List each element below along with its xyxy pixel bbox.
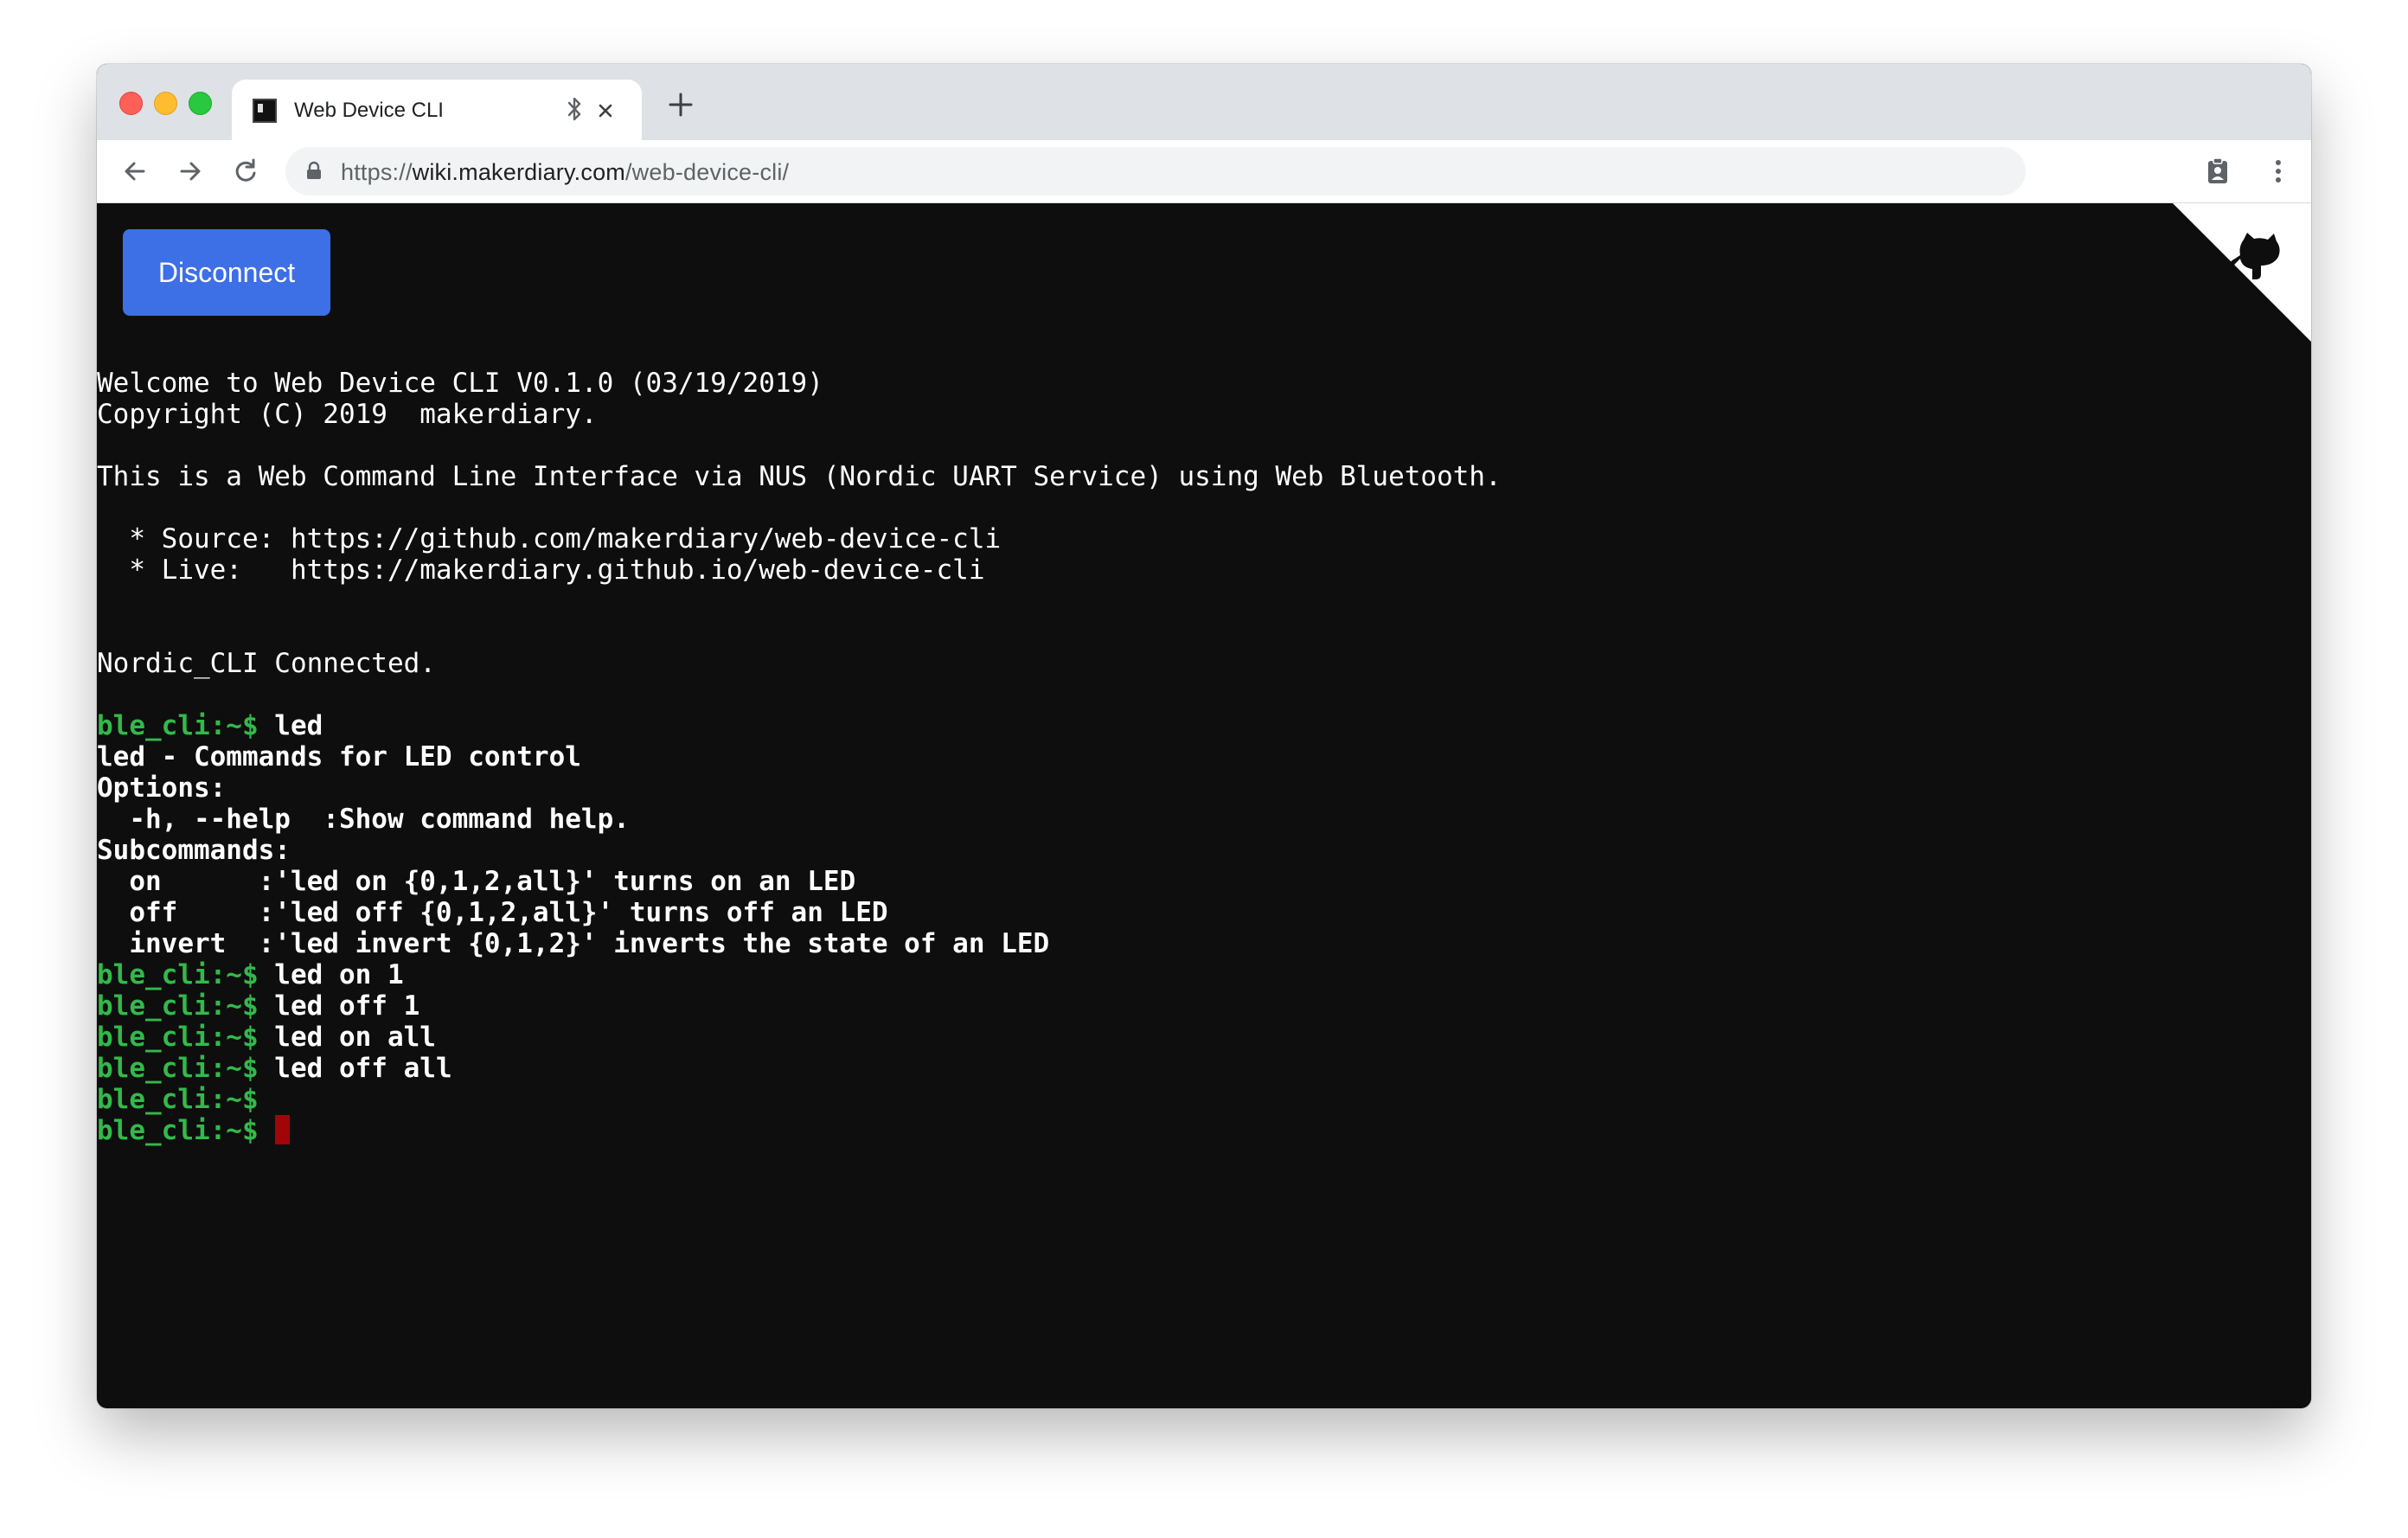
terminal-line: on :'led on {0,1,2,all}' turns on an LED — [97, 866, 2294, 897]
terminal-line: led - Commands for LED control — [97, 741, 2294, 772]
terminal-line-text — [259, 1115, 275, 1146]
terminal-line-text: Options: — [97, 772, 227, 804]
browser-toolbar: https://wiki.makerdiary.com/web-device-c… — [97, 140, 2311, 203]
terminal-line-text: -h, --help :Show command help. — [97, 804, 630, 835]
kebab-menu-icon[interactable] — [2261, 154, 2296, 189]
terminal-line-text: Subcommands: — [97, 835, 291, 866]
terminal-line-text: on :'led on {0,1,2,all}' turns on an LED — [97, 866, 856, 897]
clipboard-badge-icon[interactable] — [2200, 154, 2235, 189]
tab-strip: Web Device CLI — [97, 64, 2311, 140]
terminal-line: Welcome to Web Device CLI V0.1.0 (03/19/… — [97, 368, 2294, 399]
terminal-line-text: led on 1 — [258, 959, 404, 990]
window-close-button[interactable] — [119, 92, 143, 115]
bluetooth-icon — [567, 97, 581, 121]
terminal-command-line: ble_cli:~$ — [97, 1084, 2294, 1115]
terminal-cursor[interactable] — [275, 1115, 291, 1144]
address-bar[interactable]: https://wiki.makerdiary.com/web-device-c… — [285, 147, 2026, 195]
lock-icon[interactable] — [306, 161, 322, 180]
terminal-line-text: led — [258, 710, 323, 741]
url-text[interactable]: https://wiki.makerdiary.com/web-device-c… — [341, 159, 789, 186]
terminal-command-line: ble_cli:~$ led — [97, 710, 2294, 741]
terminal-command-line: ble_cli:~$ led off all — [97, 1053, 2294, 1084]
terminal-prompt: ble_cli:~$ — [97, 1115, 259, 1146]
plus-icon[interactable] — [668, 92, 694, 118]
reload-icon[interactable] — [228, 154, 263, 189]
terminal-prompt: ble_cli:~$ — [97, 990, 259, 1022]
terminal-prompt: ble_cli:~$ — [97, 1084, 259, 1115]
terminal-line-text: led off 1 — [258, 990, 420, 1022]
browser-tab[interactable]: Web Device CLI — [232, 80, 642, 140]
terminal-line-text: Nordic_CLI Connected. — [97, 648, 436, 679]
terminal-line-text: This is a Web Command Line Interface via… — [97, 461, 1502, 492]
window-maximize-button[interactable] — [189, 92, 212, 115]
terminal-line-text: Copyright (C) 2019 makerdiary. — [97, 399, 598, 430]
url-path: /web-device-cli/ — [624, 159, 790, 185]
terminal-prompt: ble_cli:~$ — [97, 959, 259, 990]
terminal-line: off :'led off {0,1,2,all}' turns off an … — [97, 897, 2294, 928]
terminal-line: -h, --help :Show command help. — [97, 804, 2294, 835]
terminal-line: This is a Web Command Line Interface via… — [97, 461, 2294, 492]
terminal-command-line: ble_cli:~$ — [97, 1115, 2294, 1146]
tab-title: Web Device CLI — [294, 99, 444, 122]
terminal-line-text: * Live: https://makerdiary.github.io/web… — [97, 554, 985, 586]
arrow-right-icon[interactable] — [173, 154, 208, 189]
terminal-prompt: ble_cli:~$ — [97, 1053, 259, 1084]
terminal-line: * Live: https://makerdiary.github.io/web… — [97, 554, 2294, 586]
terminal-line-text: led - Commands for LED control — [97, 741, 581, 772]
window-minimize-button[interactable] — [154, 92, 177, 115]
github-octocat-icon[interactable] — [2173, 203, 2311, 342]
terminal-line-text: led off all — [258, 1053, 452, 1084]
terminal-line-text: * Source: https://github.com/makerdiary/… — [97, 523, 1002, 554]
terminal-line: * Source: https://github.com/makerdiary/… — [97, 523, 2294, 554]
terminal-prompt: ble_cli:~$ — [97, 710, 259, 741]
terminal-line-text: Welcome to Web Device CLI V0.1.0 (03/19/… — [97, 368, 823, 399]
terminal-line-text: off :'led off {0,1,2,all}' turns off an … — [97, 897, 888, 928]
disconnect-button[interactable]: Disconnect — [123, 229, 330, 316]
page-content: Disconnect Welcome to Web Device CLI V0.… — [97, 203, 2311, 1408]
terminal-line: Nordic_CLI Connected. — [97, 648, 2294, 679]
terminal-line-text: led on all — [258, 1022, 436, 1053]
url-host: wiki.makerdiary.com — [412, 159, 625, 185]
browser-window: Web Device CLI https://wiki.makerdiary.c… — [97, 64, 2311, 1408]
terminal-command-line: ble_cli:~$ led off 1 — [97, 990, 2294, 1022]
terminal-line: invert :'led invert {0,1,2}' inverts the… — [97, 928, 2294, 959]
arrow-left-icon[interactable] — [118, 154, 152, 189]
url-scheme: https:// — [341, 159, 413, 185]
terminal-command-line: ble_cli:~$ led on 1 — [97, 959, 2294, 990]
terminal-line: Options: — [97, 772, 2294, 804]
terminal-prompt: ble_cli:~$ — [97, 1022, 259, 1053]
terminal-line: Subcommands: — [97, 835, 2294, 866]
terminal-icon — [253, 99, 277, 123]
terminal-output[interactable]: Welcome to Web Device CLI V0.1.0 (03/19/… — [97, 368, 2294, 1146]
terminal-command-line: ble_cli:~$ led on all — [97, 1022, 2294, 1053]
close-icon[interactable] — [593, 99, 618, 123]
terminal-line-text: invert :'led invert {0,1,2}' inverts the… — [97, 928, 1050, 959]
terminal-line: Copyright (C) 2019 makerdiary. — [97, 399, 2294, 430]
